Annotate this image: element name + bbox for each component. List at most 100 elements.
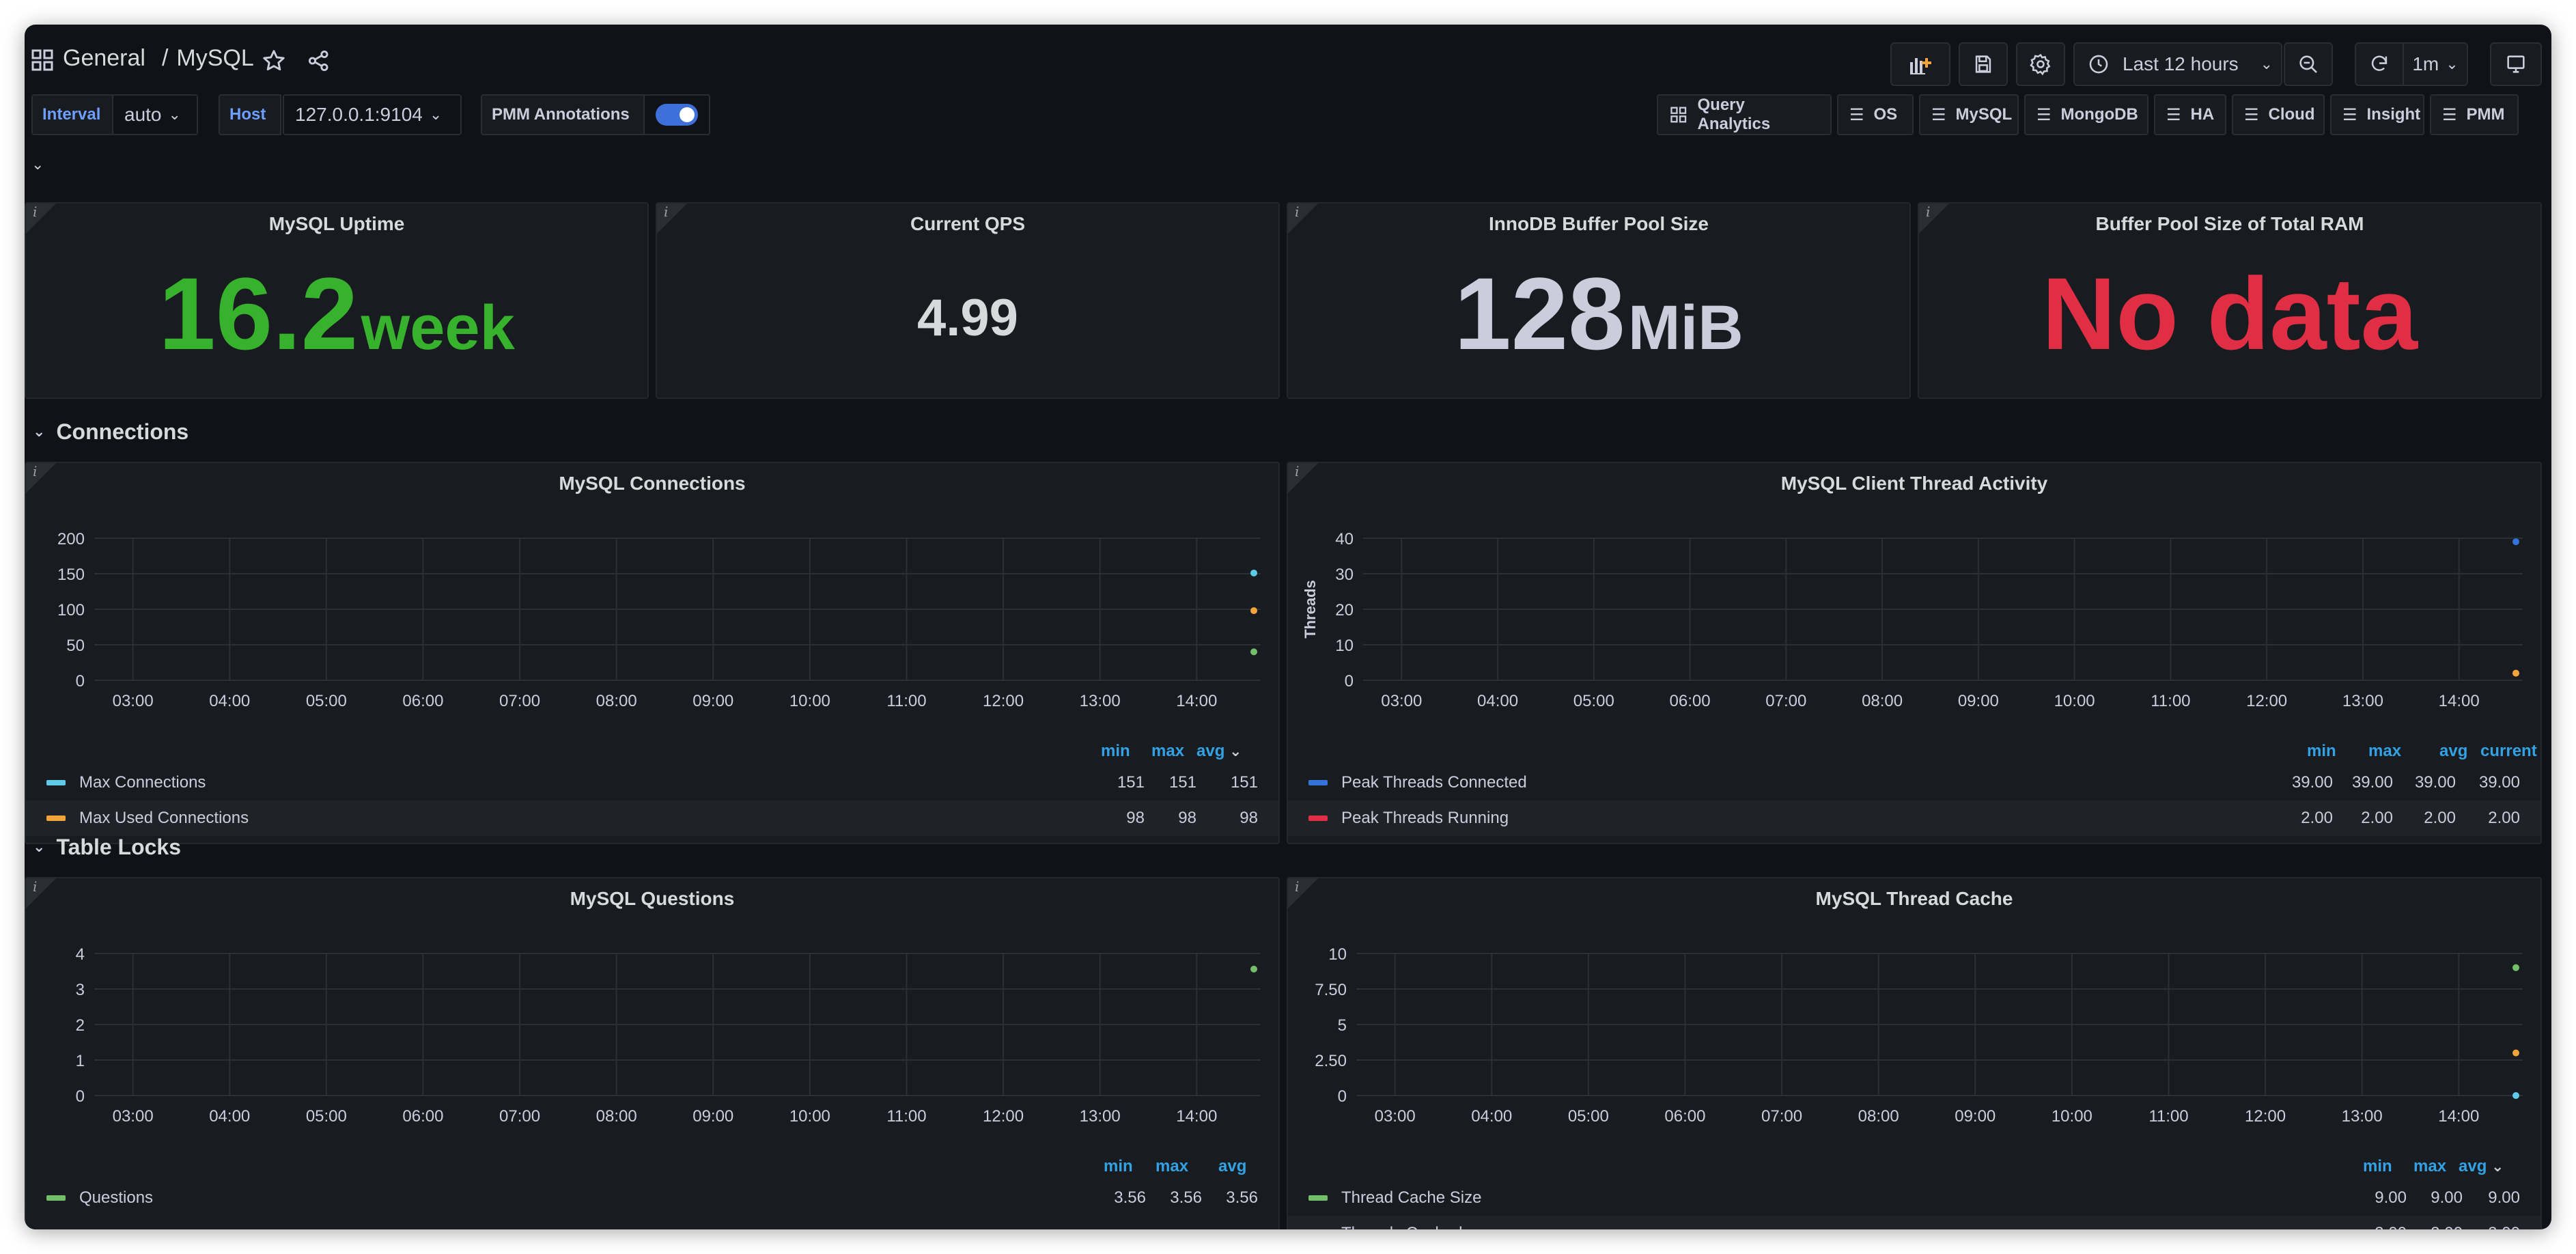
- link-mongodb[interactable]: ☰ MongoDB: [2024, 94, 2148, 135]
- clock-icon: [2089, 55, 2108, 74]
- time-picker-button[interactable]: Last 12 hours ⌄: [2073, 42, 2282, 86]
- legend-item-peak-threads-connected[interactable]: Peak Threads Connected 39.00 39.00 39.00…: [1288, 765, 2540, 800]
- x-tick-label: 11:00: [2151, 692, 2190, 710]
- link-cloud[interactable]: ☰ Cloud: [2232, 94, 2325, 135]
- legend-header-max[interactable]: max: [1151, 742, 1184, 761]
- legend-item-max-used-connections[interactable]: Max Used Connections 98 98 98: [26, 800, 1278, 836]
- legend-label: Max Used Connections: [79, 809, 249, 827]
- chevron-down-icon: ⌄: [2491, 1158, 2504, 1175]
- series-point: [2512, 1049, 2519, 1057]
- x-tick-label: 10:00: [789, 692, 830, 710]
- link-os[interactable]: ☰ OS: [1837, 94, 1914, 135]
- legend-item-questions[interactable]: Questions 3.56 3.56 3.56: [26, 1180, 1278, 1216]
- share-icon[interactable]: [306, 48, 332, 74]
- legend-header-avg[interactable]: avg ⌄: [2459, 1157, 2504, 1176]
- stat-panel-buffer-pool: i InnoDB Buffer Pool Size 128 MiB: [1287, 202, 1911, 399]
- bars-icon: ☰: [2244, 105, 2259, 124]
- legend-max: 151: [1168, 773, 1196, 792]
- x-tick-label: 04:00: [1477, 692, 1518, 710]
- legend-max: 3.00: [2431, 1224, 2463, 1229]
- x-tick-label: 08:00: [596, 1107, 637, 1126]
- refresh-button[interactable]: [2355, 42, 2404, 86]
- legend-max: 98: [1178, 809, 1196, 827]
- x-tick-label: 14:00: [2439, 692, 2480, 710]
- breadcrumb-folder[interactable]: General: [63, 45, 145, 72]
- legend-header-min[interactable]: min: [2363, 1157, 2392, 1176]
- tv-mode-button[interactable]: [2490, 42, 2542, 86]
- legend-avg: 98: [1240, 809, 1258, 827]
- link-insight[interactable]: ☰ Insight: [2330, 94, 2424, 135]
- series-point: [2512, 669, 2519, 677]
- legend-header-avg-label: avg: [1196, 742, 1225, 760]
- legend-header-min[interactable]: min: [1104, 1157, 1133, 1176]
- legend-avg: 151: [1230, 773, 1258, 792]
- host-variable-select[interactable]: 127.0.0.1:9104 ⌄: [283, 94, 462, 135]
- x-tick-label: 06:00: [1664, 1107, 1705, 1126]
- legend-item-peak-threads-running[interactable]: Peak Threads Running 2.00 2.00 2.00 2.00: [1288, 800, 2540, 836]
- x-tick-label: 08:00: [596, 692, 637, 710]
- dashboard-title[interactable]: MySQL: [176, 45, 253, 72]
- star-icon[interactable]: [261, 48, 287, 74]
- legend-header-min[interactable]: min: [1101, 742, 1130, 761]
- legend-header-avg[interactable]: avg: [2439, 742, 2467, 761]
- series-point: [1250, 607, 1257, 615]
- legend-item-thread-cache-size[interactable]: Thread Cache Size 9.00 9.00 9.00: [1288, 1180, 2540, 1216]
- y-tick-label: 50: [66, 637, 85, 655]
- panel-title: MySQL Thread Cache: [1815, 888, 2013, 909]
- toggle-switch[interactable]: [656, 104, 698, 126]
- monitor-icon: [2507, 55, 2525, 73]
- bars-icon: ☰: [1931, 105, 1946, 124]
- series-point: [2512, 538, 2519, 546]
- link-ha[interactable]: ☰ HA: [2154, 94, 2226, 135]
- stat-panel-buffer-ram: i Buffer Pool Size of Total RAM No data: [1918, 202, 2542, 399]
- link-label: Insight: [2366, 105, 2421, 124]
- legend-avg: 3.00: [2488, 1224, 2520, 1229]
- link-mysql[interactable]: ☰ MySQL: [1919, 94, 2019, 135]
- y-tick-label: 3: [76, 981, 85, 999]
- interval-variable-select[interactable]: auto ⌄: [112, 94, 198, 135]
- legend-header-max[interactable]: max: [2413, 1157, 2446, 1176]
- y-axis-label: Threads: [1302, 580, 1319, 639]
- panel-client-thread-activity: i MySQL Client Thread Activity 40 30 20 10 0…: [1287, 462, 2542, 844]
- x-tick-label: 12:00: [2245, 1107, 2286, 1126]
- add-panel-button[interactable]: [1890, 42, 1950, 86]
- link-pmm[interactable]: ☰ PMM: [2430, 94, 2519, 135]
- legend-header-max[interactable]: max: [1156, 1157, 1188, 1176]
- panel-title: MySQL Client Thread Activity: [1780, 473, 2048, 494]
- legend-max: 39.00: [2351, 773, 2393, 792]
- legend-label: Thread Cache Size: [1341, 1188, 1482, 1207]
- row-title: Table Locks: [56, 834, 182, 859]
- refresh-interval-picker[interactable]: 1m ⌄: [2403, 42, 2468, 86]
- dashboard-grid-icon[interactable]: [30, 48, 55, 72]
- panel-thread-cache: i MySQL Thread Cache 10 7.50 5 2.50 0 03:00 04…: [1287, 877, 2542, 1229]
- y-tick-label: 150: [57, 566, 85, 584]
- legend-header-avg[interactable]: avg ⌄: [1196, 742, 1242, 761]
- legend-item-max-connections[interactable]: Max Connections 151 151 151: [26, 765, 1278, 800]
- x-tick-label: 05:00: [306, 1107, 347, 1126]
- bars-icon: ☰: [2036, 105, 2052, 124]
- legend-header-max[interactable]: max: [2368, 742, 2401, 761]
- legend-swatch: [46, 1195, 66, 1201]
- row-table-locks[interactable]: ⌄ Table Locks: [33, 828, 181, 866]
- legend-item-threads-cached[interactable]: Threads Cached 3.00 3.00 3.00: [1288, 1216, 2540, 1229]
- stat-value: 128: [1454, 256, 1625, 371]
- y-tick-label: 40: [1335, 530, 1354, 548]
- x-tick-label: 03:00: [1381, 692, 1422, 710]
- zoom-out-button[interactable]: [2284, 42, 2333, 86]
- legend-swatch: [1308, 780, 1328, 785]
- legend-header-min[interactable]: min: [2307, 742, 2336, 761]
- row-connections[interactable]: ⌄ Connections: [33, 413, 188, 451]
- chevron-down-icon: ⌄: [2260, 55, 2273, 72]
- save-dashboard-button[interactable]: [1959, 42, 2008, 86]
- legend-header-avg[interactable]: avg: [1218, 1157, 1246, 1176]
- legend-header-current[interactable]: current: [2480, 742, 2537, 761]
- x-tick-label: 10:00: [2054, 692, 2095, 710]
- dashboard-settings-button[interactable]: [2016, 42, 2065, 86]
- collapse-row-chevron-icon[interactable]: ⌄: [31, 156, 44, 173]
- link-query-analytics[interactable]: Query Analytics: [1657, 94, 1832, 135]
- legend-header-avg-label: avg: [2459, 1157, 2487, 1175]
- x-tick-label: 07:00: [1765, 692, 1806, 710]
- x-tick-label: 12:00: [2246, 692, 2287, 710]
- annotations-toggle[interactable]: [643, 94, 710, 135]
- x-tick-label: 06:00: [1670, 692, 1711, 710]
